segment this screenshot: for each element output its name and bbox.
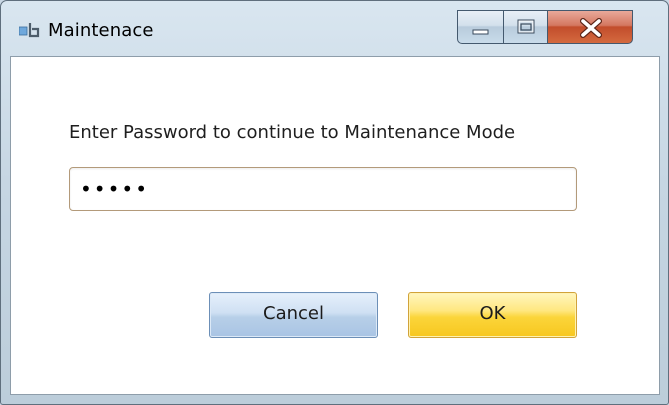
password-input[interactable]: ••••• bbox=[69, 167, 577, 211]
window-title: Maintenace bbox=[48, 20, 154, 41]
maintenance-dialog-window: Maintenace Enter Password to continue to… bbox=[0, 0, 669, 405]
cancel-button[interactable]: Cancel bbox=[209, 292, 378, 338]
maximize-icon bbox=[517, 19, 535, 34]
dialog-content bbox=[10, 56, 660, 395]
title-bar[interactable]: Maintenace bbox=[1, 1, 668, 46]
close-button[interactable] bbox=[547, 10, 633, 44]
ok-button[interactable]: OK bbox=[408, 292, 577, 338]
close-icon bbox=[580, 18, 602, 38]
password-prompt-label: Enter Password to continue to Maintenanc… bbox=[69, 122, 516, 143]
minimize-button[interactable] bbox=[457, 10, 503, 44]
application-icon[interactable] bbox=[18, 22, 41, 38]
maximize-button[interactable] bbox=[503, 10, 547, 44]
caption-buttons bbox=[457, 10, 633, 46]
minimize-icon bbox=[472, 29, 489, 35]
